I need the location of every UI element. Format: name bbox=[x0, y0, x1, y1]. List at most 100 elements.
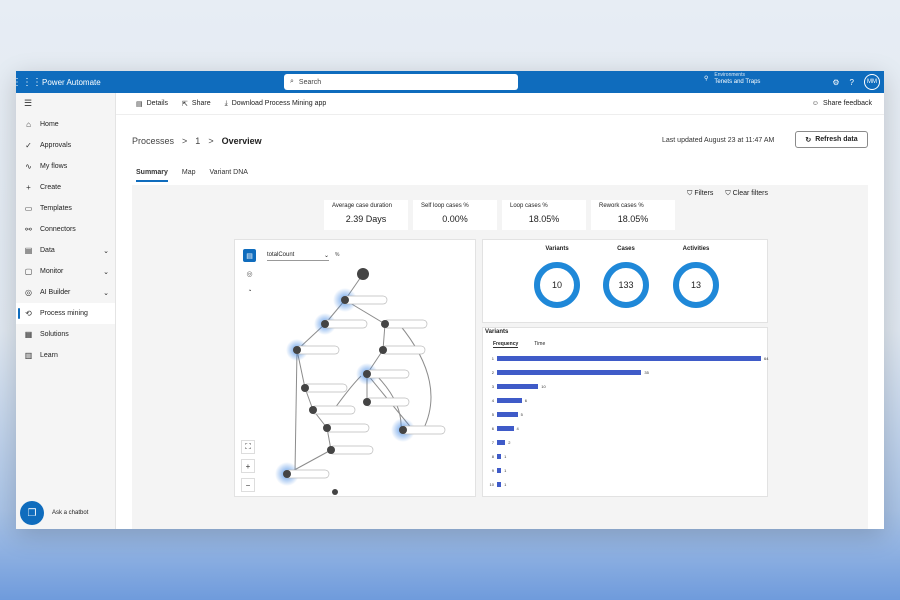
sidebar-item-templates[interactable]: ▭ Templates bbox=[16, 198, 115, 219]
filters-label: Filters bbox=[694, 190, 714, 197]
sidebar-item-label: Connectors bbox=[40, 226, 76, 233]
kpi-value: 18.05% bbox=[617, 214, 649, 224]
tab-summary[interactable]: Summary bbox=[136, 169, 168, 182]
search-input[interactable]: ⌕ Search bbox=[284, 74, 518, 90]
sidebar-item-approvals[interactable]: ✓ Approvals bbox=[16, 135, 115, 156]
variant-row[interactable]: 64 bbox=[487, 425, 519, 432]
variant-rank: 3 bbox=[491, 384, 494, 389]
download-label: Download Process Mining app bbox=[231, 100, 327, 107]
variant-count: 4 bbox=[516, 426, 519, 431]
variant-row[interactable]: 72 bbox=[487, 439, 510, 446]
hamburger-menu-icon[interactable]: ☰ bbox=[16, 93, 115, 114]
nav-icon: ✓ bbox=[25, 141, 32, 150]
variant-row[interactable]: 2 35 bbox=[487, 369, 649, 376]
share-feedback-button[interactable]: ☺ Share feedback bbox=[812, 100, 872, 107]
variant-rank: 10 bbox=[489, 482, 494, 487]
kpi-card: Average case duration 2.39 Days bbox=[324, 200, 408, 230]
app-window: ⋮⋮⋮ Power Automate ⌕ Search ⚲ Environmen… bbox=[16, 71, 884, 529]
filters-button[interactable]: ⛉ Filters bbox=[687, 190, 713, 198]
variant-row[interactable]: 55 bbox=[487, 411, 523, 418]
variant-count: 1 bbox=[504, 482, 507, 487]
kpi-label: Self loop cases % bbox=[421, 203, 469, 209]
tab-frequency[interactable]: Frequency bbox=[493, 341, 519, 348]
breadcrumb-processes[interactable]: Processes bbox=[132, 136, 174, 146]
chevron-down-icon[interactable]: ⌄ bbox=[103, 289, 109, 297]
variant-row[interactable]: 1 64 bbox=[487, 355, 768, 362]
sidebar-item-my-flows[interactable]: ∿ My flows bbox=[16, 156, 115, 177]
variant-row[interactable]: 3 10 bbox=[487, 383, 546, 390]
sidebar-item-solutions[interactable]: ▦ Solutions bbox=[16, 324, 115, 345]
percent-toggle[interactable]: % bbox=[335, 252, 339, 258]
breadcrumb-item[interactable]: 1 bbox=[195, 136, 200, 146]
clear-filters-button[interactable]: ⛉ Clear filters bbox=[725, 190, 768, 198]
chevron-down-icon[interactable]: ⌄ bbox=[103, 268, 109, 276]
sidebar-item-connectors[interactable]: ⚯ Connectors bbox=[16, 219, 115, 240]
share-button[interactable]: ⇱ Share bbox=[182, 100, 211, 108]
sidebar-item-label: Solutions bbox=[40, 331, 69, 338]
sidebar-item-label: AI Builder bbox=[40, 289, 71, 296]
fit-view-icon[interactable]: ⛶ bbox=[241, 440, 255, 454]
kpi-card: Rework cases % 18.05% bbox=[591, 200, 675, 230]
settings-icon[interactable]: ⚙ bbox=[832, 78, 839, 87]
map-animation-icon[interactable]: ◔ bbox=[243, 285, 256, 298]
process-map-panel: totalCount ⌄ % ▤ ◎ ◔ ⛶ + − bbox=[234, 239, 476, 497]
zoom-in-icon[interactable]: + bbox=[241, 459, 255, 473]
variant-row[interactable]: 46 bbox=[487, 397, 527, 404]
chatbot-label: Ask a chatbot bbox=[52, 510, 89, 516]
environment-label: Environments bbox=[714, 72, 745, 78]
download-icon: ⤓ bbox=[224, 99, 228, 107]
details-button[interactable]: ▤ Details bbox=[136, 100, 168, 108]
nav-icon: ▢ bbox=[24, 267, 33, 276]
stat-ring: 10 bbox=[534, 262, 580, 308]
variant-bar bbox=[497, 440, 506, 445]
tab-time[interactable]: Time bbox=[534, 341, 545, 348]
chevron-right-icon: > bbox=[208, 136, 214, 146]
nav-icon: ▭ bbox=[24, 204, 33, 213]
variant-count: 2 bbox=[508, 440, 511, 445]
variant-row[interactable]: 91 bbox=[487, 467, 506, 474]
chevron-down-icon: ⌄ bbox=[323, 252, 329, 259]
metric-dropdown[interactable]: totalCount ⌄ bbox=[267, 250, 329, 261]
chevron-down-icon[interactable]: ⌄ bbox=[103, 247, 109, 255]
sidebar-item-ai-builder[interactable]: ◎ AI Builder ⌄ bbox=[16, 282, 115, 303]
sidebar-item-create[interactable]: + Create bbox=[16, 177, 115, 198]
tab-variant-dna[interactable]: Variant DNA bbox=[210, 169, 248, 182]
environment-picker[interactable]: ⚲ Environments Tenets and Traps bbox=[704, 72, 760, 86]
sidebar-item-label: Learn bbox=[40, 352, 58, 359]
variant-row[interactable]: 81 bbox=[487, 453, 506, 460]
variant-count: 1 bbox=[504, 468, 507, 473]
app-launcher-icon[interactable]: ⋮⋮⋮ bbox=[16, 71, 42, 93]
sidebar-item-process-mining[interactable]: ⟲ Process mining bbox=[16, 303, 115, 324]
chatbot-button[interactable]: ❐ Ask a chatbot bbox=[20, 501, 88, 525]
sidebar-item-data[interactable]: ▤ Data ⌄ bbox=[16, 240, 115, 261]
sidebar-item-label: Process mining bbox=[40, 310, 88, 317]
stat-ring: 13 bbox=[673, 262, 719, 308]
feedback-label: Share feedback bbox=[822, 100, 872, 107]
sidebar-item-monitor[interactable]: ▢ Monitor ⌄ bbox=[16, 261, 115, 282]
sidebar-item-learn[interactable]: ▥ Learn bbox=[16, 345, 115, 366]
variant-bar bbox=[497, 426, 514, 431]
zoom-out-icon[interactable]: − bbox=[241, 478, 255, 492]
chat-icon: ❐ bbox=[20, 501, 44, 525]
map-view-icon[interactable]: ▤ bbox=[243, 249, 256, 262]
kpi-label: Average case duration bbox=[332, 203, 392, 209]
variant-bar bbox=[497, 398, 522, 403]
variant-row[interactable]: 10 1 bbox=[487, 481, 506, 488]
avatar[interactable]: MM bbox=[864, 74, 880, 90]
process-map[interactable] bbox=[275, 262, 465, 498]
refresh-icon: ↻ bbox=[805, 136, 812, 144]
variant-count: 1 bbox=[504, 454, 507, 459]
variant-count: 6 bbox=[524, 398, 527, 403]
tab-map[interactable]: Map bbox=[182, 169, 196, 182]
download-button[interactable]: ⤓ Download Process Mining app bbox=[225, 100, 327, 108]
tab-bar: Summary Map Variant DNA bbox=[136, 169, 248, 182]
help-icon[interactable]: ? bbox=[850, 78, 854, 87]
app-title[interactable]: Power Automate bbox=[42, 78, 101, 87]
nav-icon: ⚯ bbox=[25, 225, 32, 234]
map-settings-icon[interactable]: ◎ bbox=[243, 267, 256, 280]
refresh-data-button[interactable]: ↻ Refresh data bbox=[795, 131, 868, 148]
variant-rank: 6 bbox=[491, 426, 494, 431]
kpi-value: 0.00% bbox=[442, 214, 468, 224]
last-updated-text: Last updated August 23 at 11:47 AM bbox=[662, 137, 775, 144]
sidebar-item-home[interactable]: ⌂ Home bbox=[16, 114, 115, 135]
